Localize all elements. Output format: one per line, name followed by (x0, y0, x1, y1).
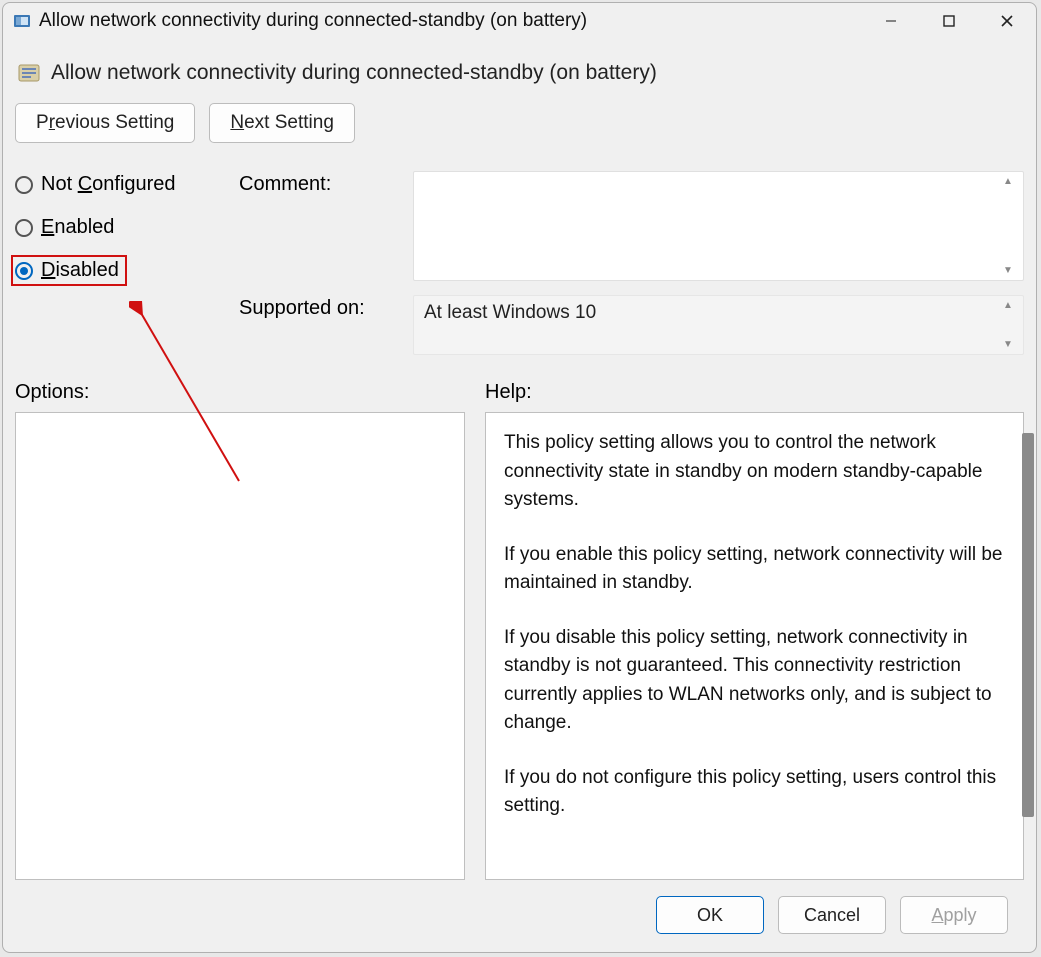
policy-icon (17, 61, 41, 85)
previous-setting-button[interactable]: Previous Setting (15, 103, 195, 143)
settings-grid: Not Configured Enabled Disabled Comment:… (15, 171, 1024, 355)
radio-dot-icon (15, 176, 33, 194)
help-paragraph: If you disable this policy setting, netw… (504, 624, 1005, 738)
radio-label: Enabled (41, 216, 114, 239)
radio-not-configured[interactable]: Not Configured (15, 173, 235, 196)
close-button[interactable] (978, 5, 1036, 37)
policy-app-icon (13, 12, 31, 30)
help-label: Help: (485, 381, 1024, 404)
policy-editor-window: Allow network connectivity during connec… (2, 2, 1037, 953)
comment-label: Comment: (239, 171, 409, 196)
radio-label: Disabled (41, 259, 119, 282)
scrollbar-thumb[interactable] (1022, 433, 1034, 817)
window-title: Allow network connectivity during connec… (39, 10, 862, 32)
options-box[interactable] (15, 412, 465, 880)
radio-enabled[interactable]: Enabled (15, 216, 235, 239)
help-paragraph: If you do not configure this policy sett… (504, 764, 1005, 821)
scroll-arrows-icon[interactable]: ▲▼ (1003, 176, 1017, 276)
options-label: Options: (15, 381, 465, 404)
options-column: Options: (15, 381, 465, 880)
ok-button[interactable]: OK (656, 896, 764, 934)
titlebar: Allow network connectivity during connec… (3, 3, 1036, 39)
comment-input[interactable]: ▲▼ (413, 171, 1024, 281)
supported-on-label: Supported on: (239, 295, 409, 320)
cancel-button[interactable]: Cancel (778, 896, 886, 934)
state-radios: Not Configured Enabled Disabled (15, 171, 235, 282)
content-area: Allow network connectivity during connec… (3, 39, 1036, 952)
minimize-button[interactable] (862, 5, 920, 37)
maximize-button[interactable] (920, 5, 978, 37)
radio-label: Not Configured (41, 173, 176, 196)
lower-panels: Options: Help: This policy setting allow… (15, 381, 1024, 880)
dialog-footer: OK Cancel Apply (15, 880, 1024, 952)
window-controls (862, 5, 1036, 37)
help-paragraph: If you enable this policy setting, netwo… (504, 541, 1005, 598)
radio-dot-icon (15, 219, 33, 237)
help-column: Help: This policy setting allows you to … (485, 381, 1024, 880)
radio-dot-icon (15, 262, 33, 280)
next-setting-button[interactable]: Next Setting (209, 103, 355, 143)
policy-title: Allow network connectivity during connec… (51, 61, 657, 85)
help-box[interactable]: This policy setting allows you to contro… (485, 412, 1024, 880)
apply-button[interactable]: Apply (900, 896, 1008, 934)
nav-buttons: Previous Setting Next Setting (15, 103, 1024, 143)
radio-disabled[interactable]: Disabled (11, 255, 127, 286)
policy-header: Allow network connectivity during connec… (15, 55, 1024, 103)
supported-on-value: At least Windows 10 ▲▼ (413, 295, 1024, 355)
help-paragraph: This policy setting allows you to contro… (504, 429, 1005, 515)
scroll-arrows-icon[interactable]: ▲▼ (1003, 300, 1017, 350)
